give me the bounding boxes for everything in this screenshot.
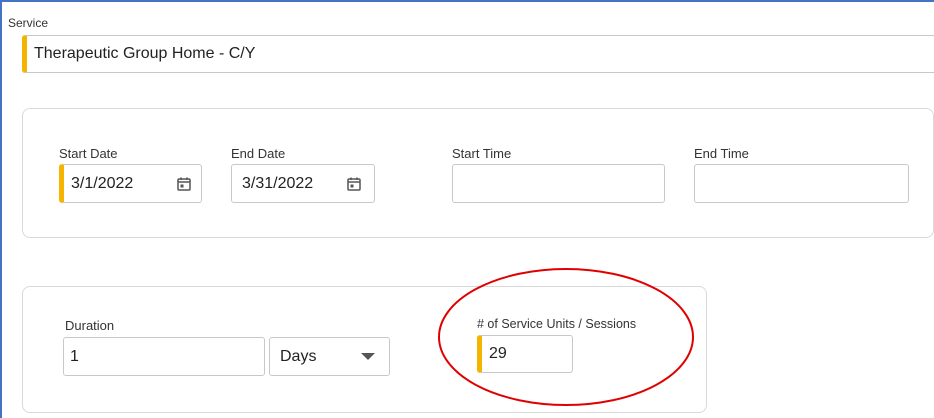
service-field[interactable]: Therapeutic Group Home - C/Y [22, 35, 934, 73]
start-date-label: Start Date [59, 146, 118, 161]
start-date-value: 3/1/2022 [71, 174, 134, 192]
chevron-down-icon[interactable] [361, 353, 375, 360]
duration-input[interactable]: 1 [63, 337, 265, 376]
end-date-field[interactable]: 3/31/2022 [231, 164, 375, 203]
calendar-icon[interactable] [347, 177, 361, 191]
calendar-icon[interactable] [177, 177, 191, 191]
service-label: Service [8, 16, 49, 30]
duration-unit-value: Days [280, 347, 317, 365]
window-left-border [0, 0, 2, 418]
end-date-value: 3/31/2022 [242, 174, 314, 192]
end-time-label: End Time [694, 146, 749, 161]
duration-unit-select[interactable]: Days [269, 337, 390, 376]
end-date-label: End Date [231, 146, 286, 161]
duration-value: 1 [70, 347, 79, 365]
duration-label: Duration [65, 318, 115, 333]
start-time-label: Start Time [452, 146, 512, 161]
start-date-field[interactable]: 3/1/2022 [59, 164, 202, 203]
start-time-field[interactable] [452, 164, 665, 203]
end-time-field[interactable] [694, 164, 909, 203]
window-top-border [0, 0, 934, 2]
service-value: Therapeutic Group Home - C/Y [34, 45, 256, 62]
highlight-circle [438, 268, 694, 406]
